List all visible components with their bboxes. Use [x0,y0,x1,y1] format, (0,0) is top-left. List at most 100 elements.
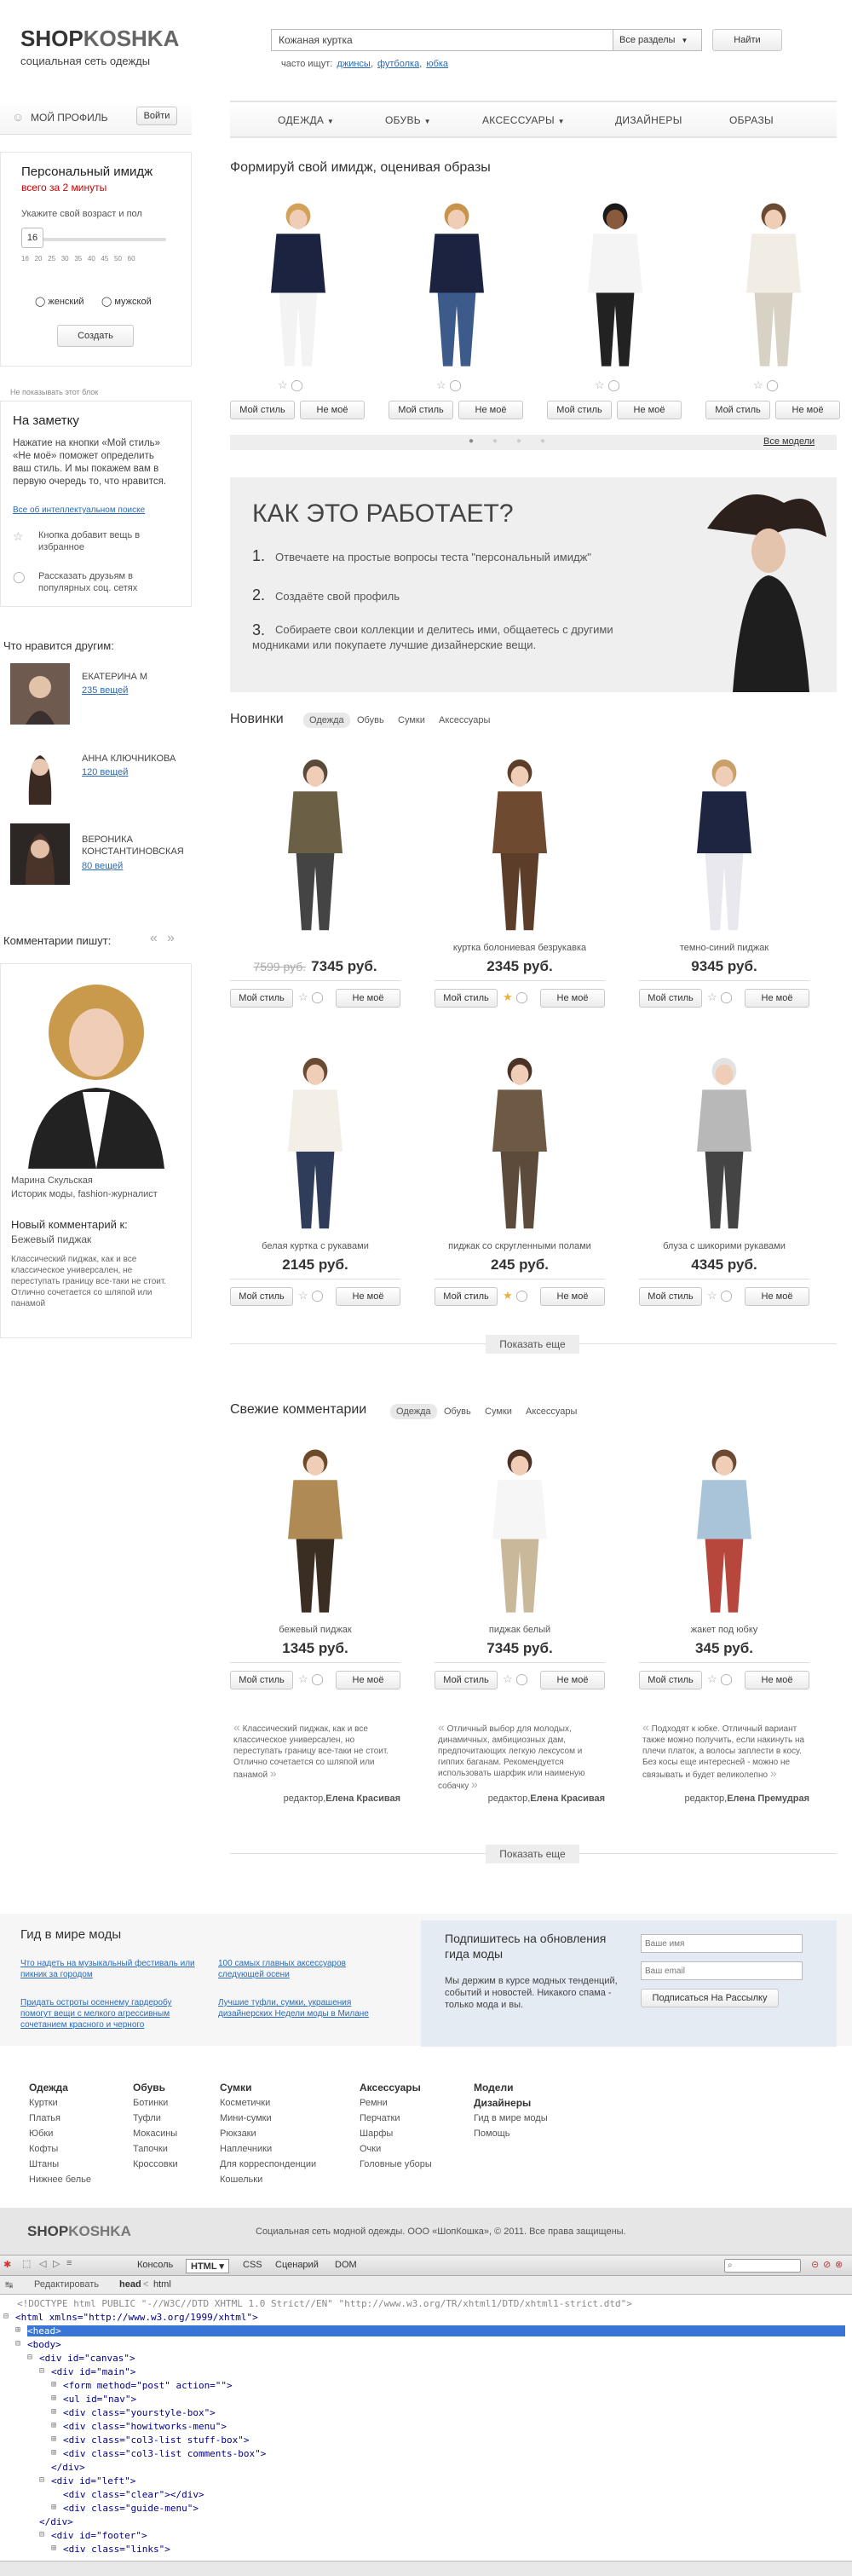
search-input[interactable] [272,30,608,50]
star-filled-icon[interactable]: ★ [503,1289,513,1302]
speech-bubble-icon[interactable]: ◯ [449,378,462,391]
footer-link[interactable]: Кошельки [220,2172,316,2187]
editor-name[interactable]: Елена Красивая [530,1793,605,1804]
detach-icon[interactable]: ⊘ [823,2259,831,2270]
footer-heading[interactable]: Модели [474,2080,513,2095]
speech-bubble-icon[interactable]: ◯ [720,991,733,1003]
model-photo[interactable] [547,194,683,373]
dom-node[interactable]: <div class="yourstyle-box"> [63,2407,216,2418]
my-style-button[interactable]: Мой стиль [435,1287,498,1306]
footer-link[interactable]: Мини-сумки [220,2111,316,2126]
speech-bubble-icon[interactable]: ◯ [720,1672,733,1685]
person-items-link[interactable]: 120 вещей [82,767,128,777]
tab-clothes[interactable]: Одежда [390,1404,437,1419]
expand-toggle-icon[interactable]: ⊞ [51,2407,56,2417]
model-photo[interactable] [705,194,842,373]
expand-toggle-icon[interactable]: ⊞ [15,2325,20,2335]
speech-bubble-icon[interactable]: ◯ [311,991,324,1003]
not-mine-button[interactable]: Не моё [336,1287,400,1306]
tab-accessories[interactable]: Аксессуары [520,1404,583,1419]
footer-link[interactable]: Кофты [29,2141,91,2157]
footer-link[interactable]: Ботинки [133,2095,178,2111]
editor-name[interactable]: Елена Красивая [325,1793,400,1804]
expand-toggle-icon[interactable]: ⊞ [51,2544,56,2553]
expand-toggle-icon[interactable]: ⊞ [51,2421,56,2430]
hint-link[interactable]: юбка [426,59,448,69]
arrow-left-icon[interactable]: ◁ [39,2258,46,2269]
star-icon[interactable]: ☆ [753,378,763,391]
not-mine-button[interactable]: Не моё [540,1287,605,1306]
nav-item-clothes[interactable]: ОДЕЖДА ▼ [278,114,334,126]
tab-bags[interactable]: Сумки [479,1404,518,1419]
my-style-button[interactable]: Мой стиль [435,989,498,1008]
carousel-dot[interactable]: ● [540,436,545,446]
footer-link[interactable]: Головные уборы [360,2157,432,2172]
create-button[interactable]: Создать [57,325,134,347]
not-mine-button[interactable]: Не моё [745,989,809,1008]
expand-toggle-icon[interactable]: ⊟ [39,2366,44,2376]
product-photo[interactable] [452,1441,588,1620]
expand-toggle-icon[interactable]: ⊟ [3,2312,9,2321]
show-more-button[interactable]: Показать еще [486,1845,579,1863]
expand-toggle-icon[interactable]: ⊞ [51,2503,56,2512]
footer-heading[interactable]: Сумки [220,2080,316,2095]
all-models-link[interactable]: Все модели [763,436,815,447]
avatar[interactable] [10,823,70,885]
footer-link[interactable]: Очки [360,2141,432,2157]
footer-link[interactable]: Туфли [133,2111,178,2126]
devtools-tab-console[interactable]: Консоль [133,2259,177,2271]
tab-accessories[interactable]: Аксессуары [433,713,496,728]
comment-item[interactable]: Бежевый пиджак [11,1233,91,1245]
footer-heading[interactable]: Обувь [133,2080,178,2095]
not-mine-button[interactable]: Не моё [336,1671,400,1689]
dom-node[interactable]: <form method="post" action=""> [63,2380,233,2391]
dom-node[interactable]: <body> [27,2339,61,2350]
avatar[interactable] [10,663,70,725]
devtools-tab-html[interactable]: HTML ▾ [186,2259,229,2273]
not-mine-button[interactable]: Не моё [540,989,605,1008]
carousel-dot[interactable]: ● [492,436,498,446]
footer-link[interactable]: Гид в мире моды [474,2111,548,2126]
search-button[interactable]: Найти [712,29,782,51]
expand-toggle-icon[interactable]: ⊞ [51,2394,56,2403]
product-photo[interactable] [656,1048,792,1236]
female-radio[interactable]: ◯ женский [35,296,84,307]
menu-icon[interactable]: ≡ [66,2258,72,2268]
hint-link[interactable]: футболка [377,59,419,69]
footer-link[interactable]: Мокасины [133,2126,178,2141]
carousel-dot[interactable]: ● [469,436,474,446]
not-mine-button[interactable]: Не моё [745,1671,809,1689]
expand-toggle-icon[interactable]: ⊞ [51,2380,56,2389]
not-mine-button[interactable]: Не моё [617,401,682,419]
speech-bubble-icon[interactable]: ◯ [766,378,779,391]
tab-bags[interactable]: Сумки [392,713,431,728]
age-slider-handle[interactable]: 16 [21,228,43,248]
footer-heading[interactable]: Аксессуары [360,2080,432,2095]
footer-link[interactable]: Ремни [360,2095,432,2111]
dom-node[interactable]: <div class="col3-list comments-box"> [63,2448,266,2459]
not-mine-button[interactable]: Не моё [300,401,365,419]
login-button[interactable]: Войти [136,107,177,125]
dom-node[interactable]: <head> [27,2325,845,2336]
my-style-button[interactable]: Мой стиль [547,401,612,419]
speech-bubble-icon[interactable]: ◯ [311,1672,324,1685]
footer-link[interactable]: Платья [29,2111,91,2126]
logo[interactable]: SHOPKOSHKA [20,26,179,52]
person-items-link[interactable]: 235 вещей [82,685,128,696]
star-icon[interactable]: ☆ [298,1289,308,1302]
editor-name[interactable]: Елена Премудрая [727,1793,809,1804]
footer-heading[interactable]: Дизайнеры [474,2095,548,2111]
star-icon[interactable]: ☆ [436,378,446,391]
star-icon[interactable]: ☆ [707,1672,717,1685]
breadcrumb-head[interactable]: head [119,2279,141,2290]
inspect-icon[interactable]: ⬚ [22,2258,31,2269]
dom-node[interactable]: <div id="main"> [51,2366,135,2377]
dom-node[interactable]: <div class="howitworks-menu"> [63,2421,227,2432]
dom-node[interactable]: <html xmlns="http://www.w3.org/1999/xhtm… [15,2312,258,2323]
dom-node[interactable]: <div id="left"> [51,2475,135,2486]
dom-node[interactable]: </div> [39,2516,73,2527]
star-icon[interactable]: ☆ [278,378,288,391]
footer-link[interactable]: Штаны [29,2157,91,2172]
tab-shoes[interactable]: Обувь [351,713,390,728]
my-profile-link[interactable]: МОЙ ПРОФИЛЬ [31,112,108,124]
